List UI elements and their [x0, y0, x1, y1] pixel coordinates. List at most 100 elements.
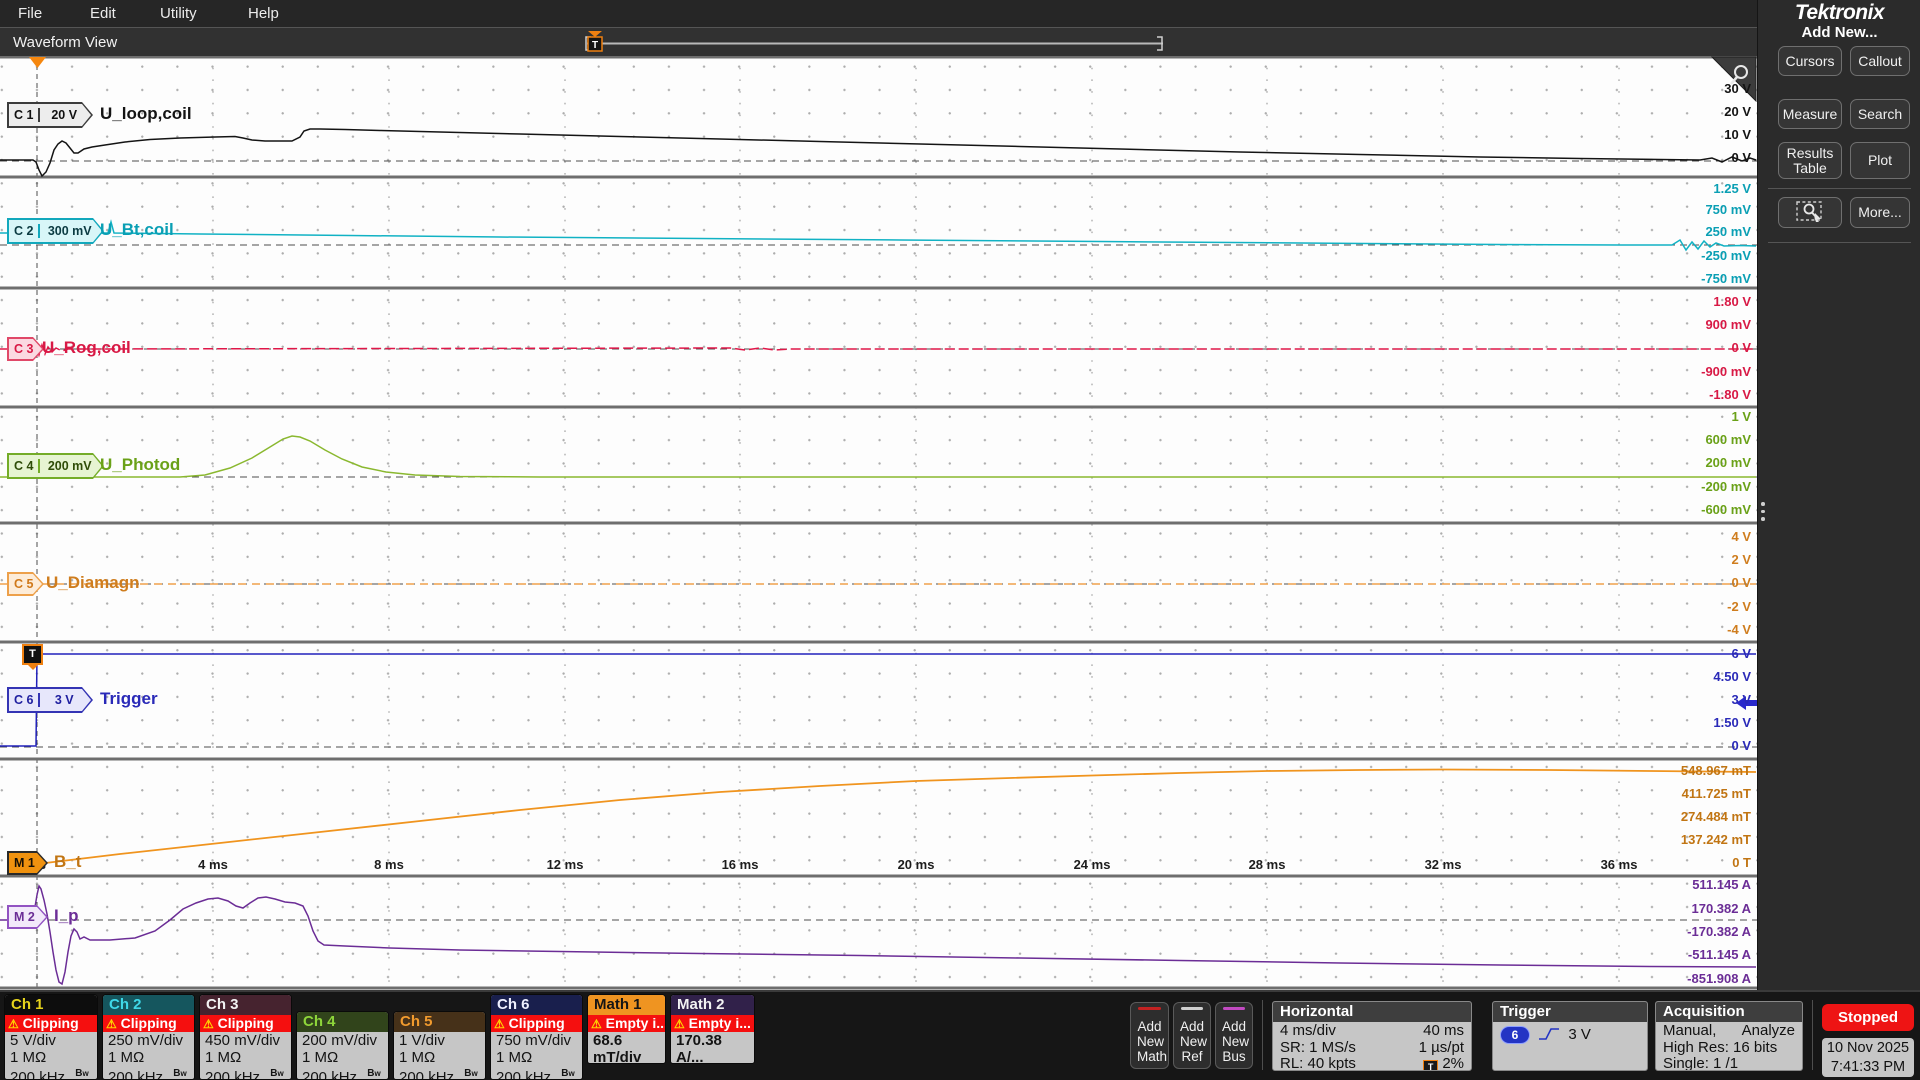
- axis-tick-label: 274.484 mT: [1681, 809, 1751, 824]
- trigger-panel[interactable]: Trigger 6 3 V: [1492, 1001, 1648, 1071]
- trace-ch4: [0, 436, 1756, 477]
- axis-tick-label: 1.80 V: [1713, 294, 1751, 309]
- plot-button[interactable]: Plot: [1850, 142, 1910, 179]
- axis-tick-label: 4 V: [1731, 529, 1751, 544]
- channel-setting-row: 200 kHz Bw: [108, 1066, 189, 1080]
- channel-badge-ch6[interactable]: C 63 V: [7, 687, 93, 713]
- time-axis-label: 24 ms: [1074, 857, 1111, 872]
- axis-tick-label: -200 mV: [1701, 479, 1751, 494]
- channel-box-ch6[interactable]: Ch 6⚠ Clipping750 mV/div1 MΩ200 kHz Bw: [490, 994, 583, 1080]
- axis-tick-label: 2 V: [1731, 552, 1751, 567]
- resolution: 1 µs/pt: [1419, 1040, 1464, 1057]
- menu-help[interactable]: Help: [248, 5, 279, 22]
- channel-box-title: Ch 2: [103, 995, 194, 1015]
- trigger-position-icon: T: [1423, 1060, 1438, 1071]
- channel-box-ch2[interactable]: Ch 2⚠ Clipping250 mV/div1 MΩ200 kHz Bw: [102, 994, 195, 1080]
- results-table-button[interactable]: Results Table: [1778, 142, 1842, 179]
- menu-utility[interactable]: Utility: [160, 5, 197, 22]
- acquisition-single: Single: 1 /1: [1663, 1056, 1795, 1071]
- run-stop-indicator[interactable]: Stopped: [1822, 1004, 1914, 1031]
- bottom-settings-bar: Ch 1⚠ Clipping5 V/div1 MΩ200 kHz BwCh 2⚠…: [0, 990, 1920, 1080]
- add-new-bus-button[interactable]: AddNewBus: [1215, 1002, 1253, 1069]
- channel-box-math2[interactable]: Math 2⚠ Empty i...170.38 A/...-Intg(Ch3.…: [670, 994, 755, 1064]
- channel-setting-row: 200 kHz Bw: [302, 1066, 383, 1080]
- channel-setting-row: 1 MΩ: [302, 1050, 383, 1067]
- channel-label-ch1[interactable]: U_loop,coil: [100, 104, 192, 124]
- trigger-position-flag: T: [588, 31, 602, 51]
- ref-color-stripe: [1181, 1007, 1203, 1010]
- warning-icon: ⚠: [591, 1017, 602, 1031]
- rising-edge-icon: [1538, 1026, 1560, 1042]
- channel-label-ch3[interactable]: U_Rog,coil: [42, 338, 131, 358]
- trigger-source-badge: 6: [1500, 1026, 1530, 1044]
- time-axis-label: 36 ms: [1601, 857, 1638, 872]
- channel-box-math1[interactable]: Math 1⚠ Empty i...68.6 mT/divIntg(Ch2)..…: [587, 994, 666, 1064]
- channel-box-ch4[interactable]: Ch 4200 mV/div1 MΩ200 kHz Bw: [296, 1011, 389, 1080]
- acquisition-detail: High Res: 16 bits: [1663, 1040, 1795, 1057]
- trigger-position-bar[interactable]: T: [583, 28, 1169, 57]
- menu-file[interactable]: File: [18, 5, 42, 22]
- zoom-mode-button[interactable]: [1778, 197, 1842, 228]
- waveform-display[interactable]: T 0 s4 ms8 ms12 ms16 ms20 ms24 ms28 ms32…: [0, 56, 1757, 990]
- bandwidth-icon: Bw: [367, 1068, 380, 1079]
- channel-box-title: Math 1: [588, 995, 665, 1015]
- channel-box-title: Ch 5: [394, 1012, 485, 1032]
- channel-badge-ch3[interactable]: C 3: [7, 337, 44, 361]
- channel-label-math2[interactable]: I_p: [54, 906, 79, 926]
- trigger-time-marker[interactable]: [29, 57, 46, 68]
- more-button[interactable]: More...: [1850, 197, 1910, 228]
- channel-label-ch2[interactable]: U_Bt,coil: [100, 220, 174, 240]
- search-button[interactable]: Search: [1850, 99, 1910, 129]
- menu-bar: File Edit Utility Help: [0, 0, 1920, 27]
- channel-badge-math2[interactable]: M 2: [7, 905, 48, 929]
- horizontal-scale: 4 ms/div: [1280, 1023, 1336, 1040]
- channel-warning-banner: ⚠ Clipping: [5, 1015, 97, 1032]
- channel-box-ch3[interactable]: Ch 3⚠ Clipping450 mV/div1 MΩ200 kHz Bw: [199, 994, 292, 1080]
- bandwidth-icon: Bw: [173, 1068, 186, 1079]
- channel-box-title: Ch 6: [491, 995, 582, 1015]
- callout-button[interactable]: Callout: [1850, 46, 1910, 76]
- cursors-button[interactable]: Cursors: [1778, 46, 1842, 76]
- acquisition-mode: Manual,: [1663, 1023, 1716, 1040]
- channel-badge-ch2[interactable]: C 2300 mV: [7, 218, 104, 244]
- axis-tick-label: -750 mV: [1701, 271, 1751, 286]
- axis-tick-label: -511.145 A: [1688, 947, 1751, 962]
- waveform-graticule: [0, 56, 1757, 990]
- axis-tick-label: 600 mV: [1705, 432, 1751, 447]
- add-new-ref-button[interactable]: AddNewRef: [1173, 1002, 1211, 1069]
- axis-tick-label: -250 mV: [1701, 248, 1751, 263]
- axis-tick-label: 411.725 mT: [1682, 786, 1751, 801]
- axis-tick-label: 6 V: [1731, 646, 1751, 661]
- channel-label-ch4[interactable]: U_Photod: [100, 455, 180, 475]
- trace-math2: [0, 886, 1756, 984]
- channel-badge-ch4[interactable]: C 4200 mV: [7, 453, 104, 479]
- axis-tick-label: -1.80 V: [1709, 387, 1751, 402]
- time-axis-label: 12 ms: [547, 857, 584, 872]
- channel-box-ch5[interactable]: Ch 51 V/div1 MΩ200 kHz Bw: [393, 1011, 486, 1080]
- axis-tick-label: 0 V: [1731, 150, 1751, 165]
- channel-label-ch6[interactable]: Trigger: [100, 689, 158, 709]
- menu-edit[interactable]: Edit: [90, 5, 116, 22]
- axis-tick-label: -2 V: [1727, 599, 1751, 614]
- channel-badge-ch5[interactable]: C 5: [7, 572, 44, 596]
- channel-badge-ch1[interactable]: C 120 V: [7, 102, 93, 128]
- sample-rate: SR: 1 MS/s: [1280, 1040, 1356, 1057]
- axis-tick-label: -600 mV: [1701, 502, 1751, 517]
- channel-label-math1[interactable]: B_t: [54, 852, 81, 872]
- channel-warning-banner: ⚠ Clipping: [103, 1015, 194, 1032]
- channel-warning-banner: ⚠ Clipping: [200, 1015, 291, 1032]
- measure-button[interactable]: Measure: [1778, 99, 1842, 129]
- bandwidth-icon: Bw: [75, 1068, 88, 1079]
- horizontal-panel[interactable]: Horizontal 4 ms/div40 ms SR: 1 MS/s1 µs/…: [1272, 1001, 1472, 1071]
- panel-resize-grip[interactable]: [1761, 498, 1765, 525]
- add-new-math-button[interactable]: AddNewMath: [1130, 1002, 1169, 1069]
- axis-tick-label: -170.382 A: [1687, 924, 1751, 939]
- acquisition-panel[interactable]: Acquisition Manual,Analyze High Res: 16 …: [1655, 1001, 1803, 1071]
- channel-badge-math1[interactable]: M 1: [7, 851, 48, 875]
- warning-icon: ⚠: [106, 1017, 117, 1031]
- trigger-marker-badge[interactable]: T: [22, 644, 43, 665]
- channel-setting-row: 1 MΩ: [108, 1050, 189, 1067]
- channel-setting-row: 250 mV/div: [108, 1033, 189, 1050]
- channel-box-ch1[interactable]: Ch 1⚠ Clipping5 V/div1 MΩ200 kHz Bw: [4, 994, 98, 1080]
- channel-label-ch5[interactable]: U_Diamagn: [46, 573, 140, 593]
